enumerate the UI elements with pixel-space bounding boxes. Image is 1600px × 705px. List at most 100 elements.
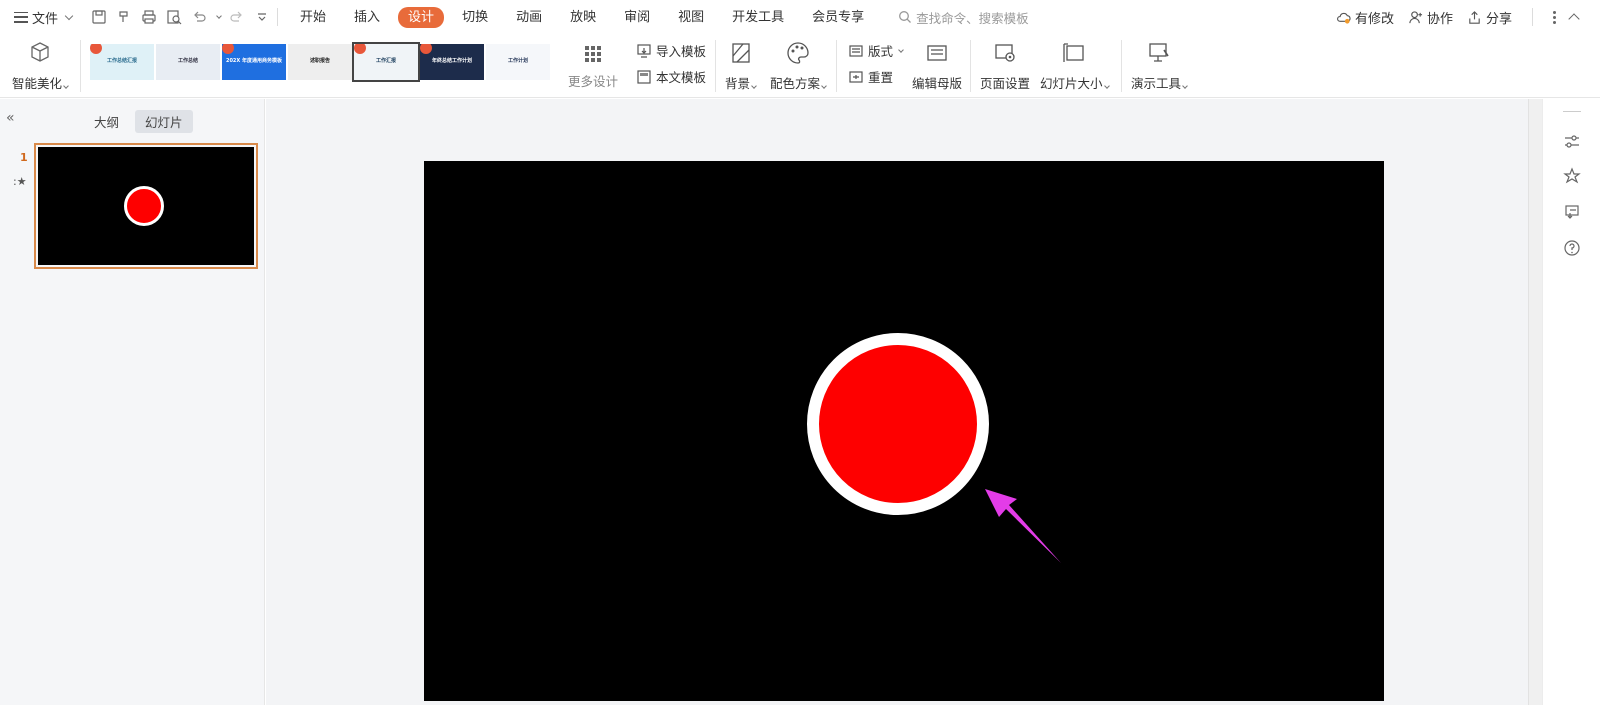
cube-icon <box>31 42 49 62</box>
cloud-sync-icon <box>1336 12 1351 24</box>
reset-button[interactable]: 重置 <box>848 67 893 86</box>
presentation-tools-button[interactable]: 演示工具 <box>1131 40 1188 92</box>
tab-home[interactable]: 开始 <box>290 7 336 28</box>
layout-icon <box>849 44 863 57</box>
template-thumbnail-selected[interactable]: 工作汇报 <box>352 42 420 82</box>
chevron-down-icon <box>898 46 904 53</box>
animation-star-icon[interactable]: :★ <box>13 175 27 188</box>
template-gallery: 工作总结汇报 工作总结 202X 年度通用商务模板 述职报告 工作汇报 年终总结… <box>90 42 550 82</box>
template-thumbnail[interactable]: 202X 年度通用商务模板 <box>222 44 286 80</box>
template-thumbnail[interactable]: 工作总结 <box>156 44 220 80</box>
template-title: 述职报告 <box>309 58 330 64</box>
chevron-down-icon <box>1103 83 1110 89</box>
template-thumbnail[interactable]: 年终总结工作计划 <box>420 44 484 80</box>
star-pin-icon[interactable] <box>1563 167 1581 185</box>
tab-animations[interactable]: 动画 <box>506 7 552 28</box>
tab-review[interactable]: 审阅 <box>614 7 660 28</box>
template-thumbnail[interactable]: 工作总结汇报 <box>90 44 154 80</box>
page-setup-icon <box>995 44 1015 62</box>
divider <box>277 8 279 26</box>
smart-beautify-button[interactable]: 智能美化 <box>12 40 69 92</box>
tab-outline[interactable]: 大纲 <box>84 110 129 133</box>
background-button[interactable]: 背景 <box>725 40 757 92</box>
page-setup-button[interactable]: 页面设置 <box>980 40 1030 92</box>
more-options-icon[interactable] <box>1553 10 1556 24</box>
palette-icon <box>787 42 809 64</box>
share-button[interactable]: 分享 <box>1467 8 1512 27</box>
slide-thumbnail[interactable] <box>34 143 258 269</box>
undo-icon[interactable] <box>190 8 208 26</box>
save-icon[interactable] <box>90 8 108 26</box>
slide-master-icon <box>927 45 947 61</box>
thumbnail-red-circle <box>124 186 164 226</box>
more-design-label: 更多设计 <box>568 74 619 89</box>
search-placeholder: 查找命令、搜索模板 <box>916 10 1029 26</box>
help-icon[interactable] <box>1563 239 1581 257</box>
collapse-panel-icon[interactable]: « <box>6 111 20 125</box>
template-title: 202X 年度通用商务模板 <box>225 58 283 64</box>
tab-slides[interactable]: 幻灯片 <box>135 110 193 133</box>
vertical-scrollbar[interactable] <box>1528 99 1542 705</box>
design-ribbon: 智能美化 工作总结汇报 工作总结 202X 年度通用商务模板 述职报告 工作汇报… <box>0 34 1600 98</box>
slide-thumbnail-canvas <box>38 147 254 265</box>
red-circle-shape[interactable] <box>807 333 989 515</box>
slide-number: 1 <box>20 151 28 164</box>
search-box[interactable]: 查找命令、搜索模板 <box>898 8 1029 27</box>
customize-toolbar-icon[interactable] <box>253 8 271 26</box>
template-title: 工作总结汇报 <box>106 58 137 64</box>
this-template-button[interactable]: 本文模板 <box>636 67 706 86</box>
adjust-settings-icon[interactable] <box>1563 133 1581 151</box>
modified-label: 有修改 <box>1354 11 1394 27</box>
template-icon <box>637 69 651 84</box>
template-thumbnail[interactable]: 工作计划 <box>486 44 550 80</box>
color-scheme-button[interactable]: 配色方案 <box>770 40 827 92</box>
print-preview-icon[interactable] <box>165 8 183 26</box>
quick-access-toolbar <box>90 8 271 26</box>
tab-developer[interactable]: 开发工具 <box>722 7 794 28</box>
presentation-tools-label: 演示工具 <box>1131 76 1182 91</box>
this-template-label: 本文模板 <box>656 70 707 85</box>
template-title: 工作汇报 <box>375 58 396 64</box>
tab-insert[interactable]: 插入 <box>344 7 390 28</box>
slide-canvas[interactable] <box>424 161 1384 701</box>
format-painter-icon[interactable] <box>115 8 133 26</box>
collaborate-button[interactable]: 协作 <box>1408 8 1453 27</box>
color-scheme-label: 配色方案 <box>770 76 821 91</box>
divider <box>715 40 716 92</box>
redo-icon[interactable] <box>228 8 246 26</box>
more-design-button[interactable]: 更多设计 <box>568 46 618 90</box>
edit-master-button[interactable]: 编辑母版 <box>912 40 962 92</box>
share-label: 分享 <box>1485 11 1512 27</box>
panel-tabs: 大纲 幻灯片 <box>84 110 193 133</box>
presentation-tools-icon <box>1149 43 1169 62</box>
chevron-down-icon <box>1182 83 1188 89</box>
tab-member[interactable]: 会员专享 <box>802 7 874 28</box>
import-template-button[interactable]: 导入模板 <box>636 41 706 60</box>
tab-view[interactable]: 视图 <box>668 7 714 28</box>
print-icon[interactable] <box>140 8 158 26</box>
tab-transitions[interactable]: 切换 <box>452 7 498 28</box>
file-menu[interactable]: 文件 <box>14 8 74 27</box>
slides-panel: « 大纲 幻灯片 1 :★ <box>0 99 265 705</box>
chevron-down-icon <box>821 83 827 89</box>
template-thumbnail[interactable]: 述职报告 <box>288 44 352 80</box>
reset-label: 重置 <box>868 70 894 85</box>
chevron-down-icon <box>64 11 74 20</box>
divider <box>1121 40 1122 92</box>
layout-button[interactable]: 版式 <box>848 41 904 60</box>
undo-dropdown-icon[interactable] <box>216 13 222 19</box>
tab-slideshow[interactable]: 放映 <box>560 7 606 28</box>
animation-pane-icon[interactable] <box>1563 203 1581 221</box>
tab-design[interactable]: 设计 <box>398 6 445 28</box>
collaborate-label: 协作 <box>1426 11 1453 27</box>
slide-size-button[interactable]: 幻灯片大小 <box>1040 40 1110 92</box>
template-title: 工作计划 <box>507 58 528 64</box>
divider <box>970 40 971 92</box>
background-label: 背景 <box>725 76 751 91</box>
background-icon <box>731 43 750 63</box>
modified-status-button[interactable]: 有修改 <box>1336 8 1394 27</box>
hot-badge-icon <box>90 44 102 54</box>
hamburger-icon <box>14 11 28 23</box>
collapse-ribbon-icon[interactable] <box>1568 13 1580 25</box>
file-menu-label: 文件 <box>32 11 59 27</box>
